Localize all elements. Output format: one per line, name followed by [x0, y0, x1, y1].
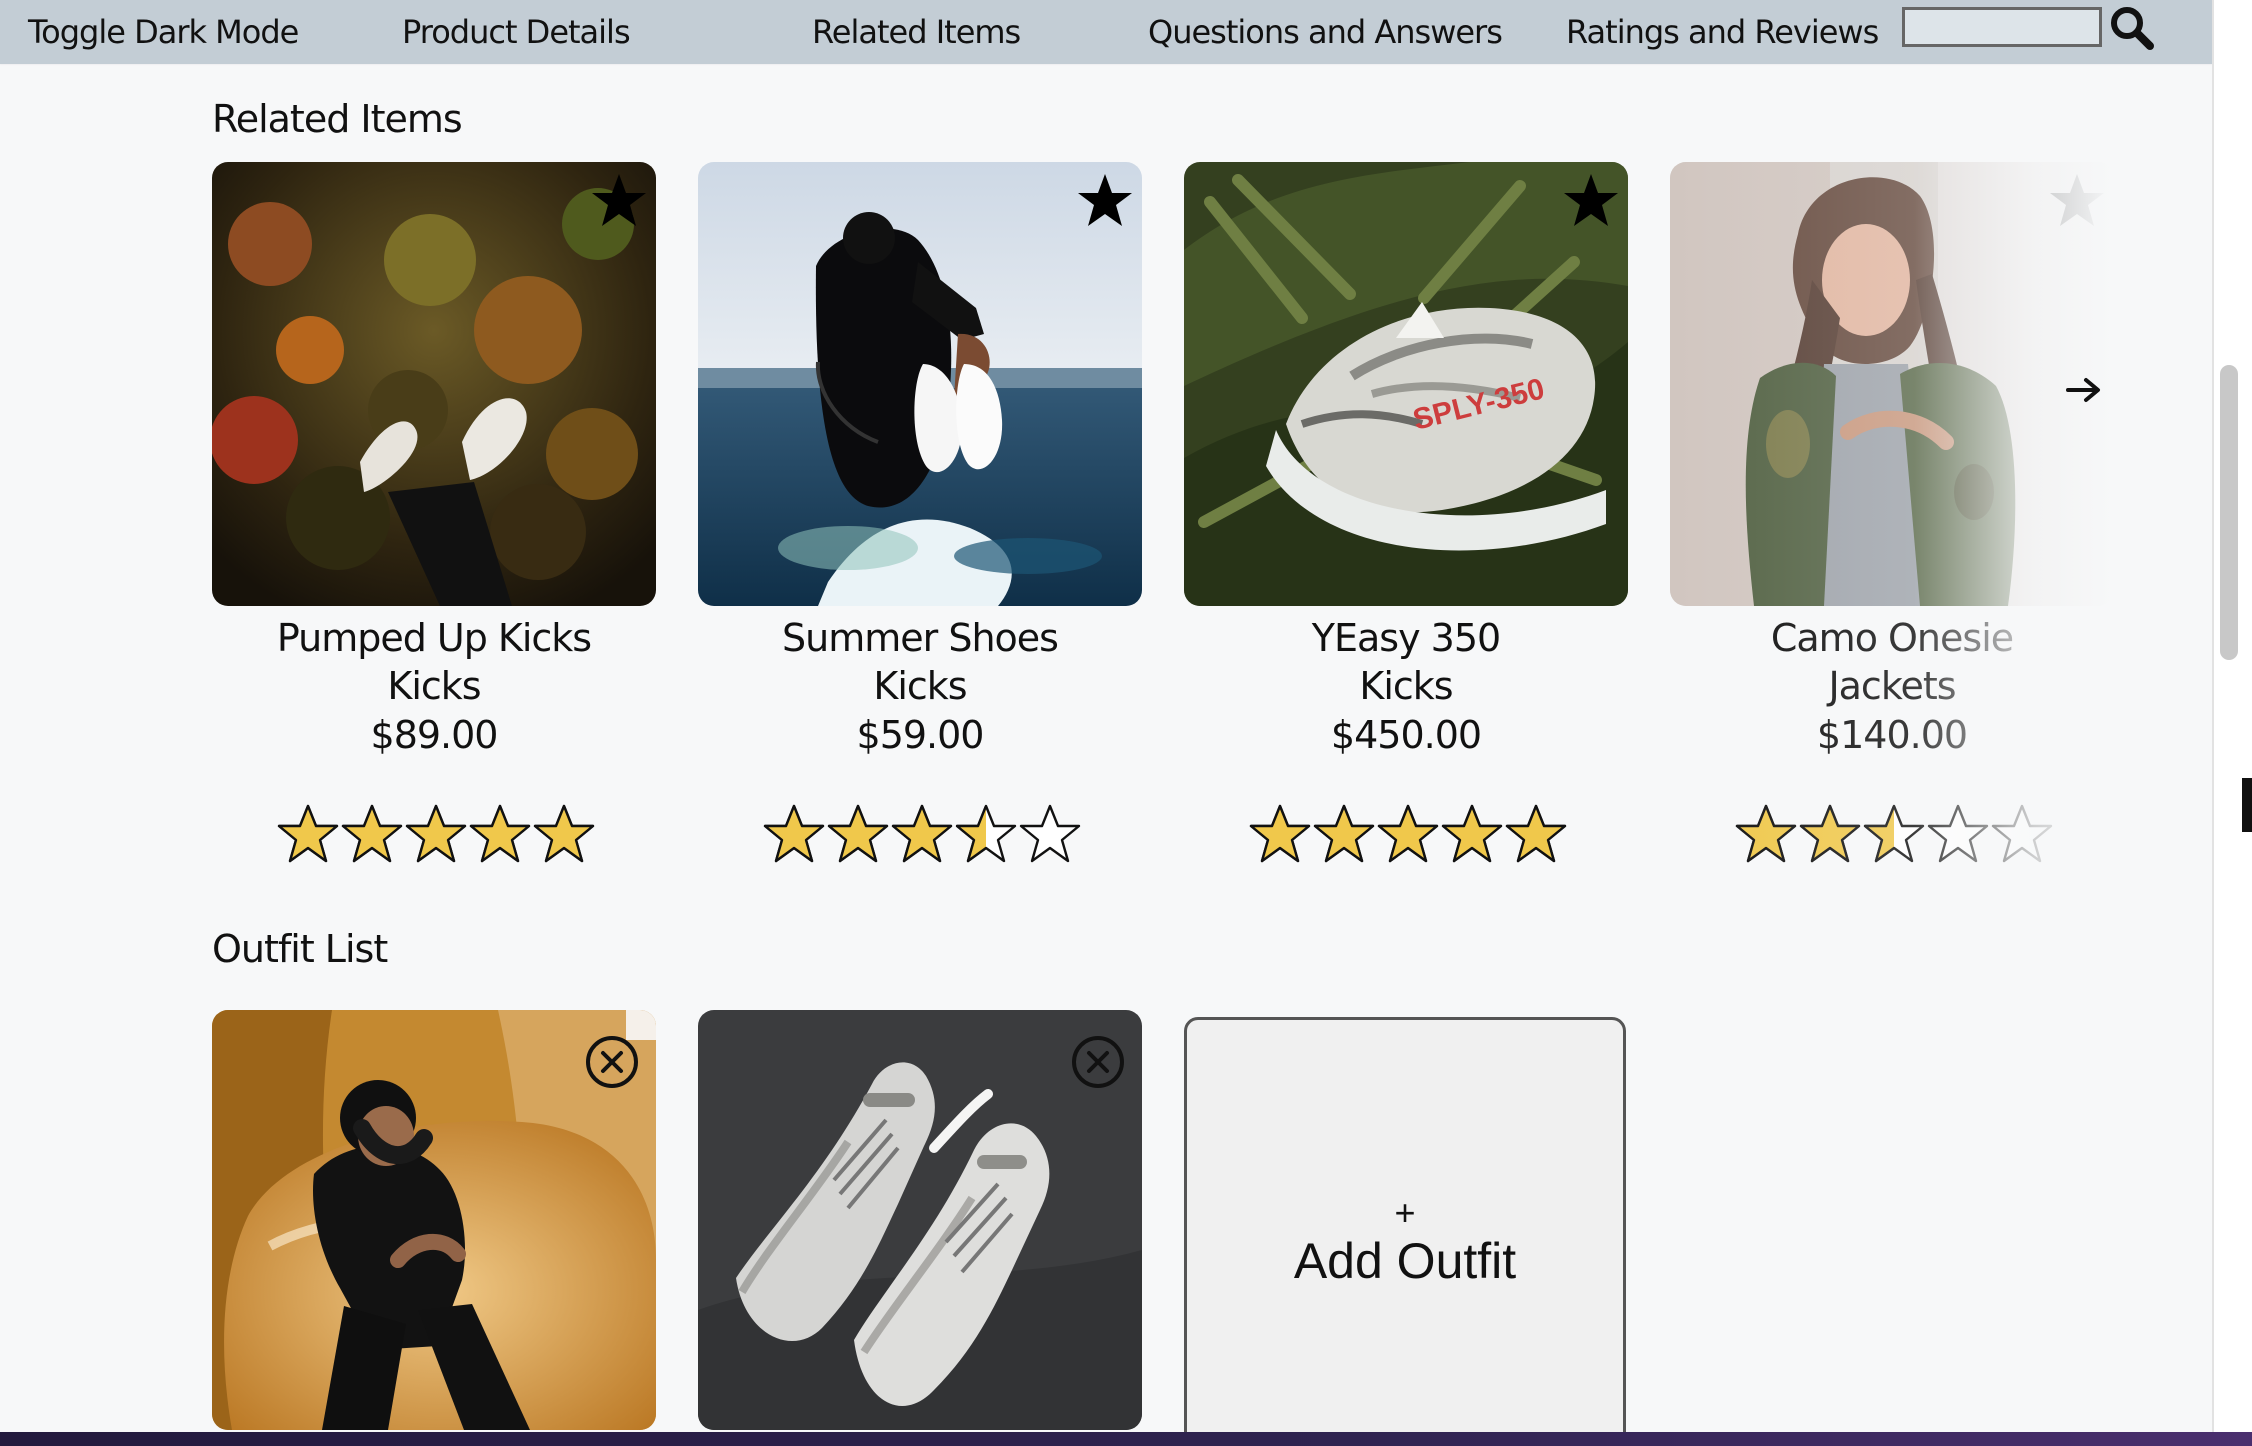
- rating-star-icon: [955, 804, 1017, 863]
- page-scroll-track: [2212, 0, 2252, 1432]
- product-price: $59.00: [856, 713, 985, 757]
- star-icon[interactable]: [588, 170, 650, 232]
- rating-star-icon: [1863, 804, 1925, 863]
- add-outfit-label: Add Outfit: [1293, 1233, 1517, 1289]
- related-card[interactable]: SPLY-350 YEasy 350 Kicks $450.00: [1184, 162, 1628, 902]
- rating-star-icon: [1313, 804, 1375, 863]
- rating-star-icon: [1735, 804, 1797, 863]
- rating-star-icon: [341, 804, 403, 863]
- search-input[interactable]: [1902, 7, 2102, 47]
- rating-star-icon: [469, 804, 531, 863]
- nav-related-items[interactable]: Related Items: [812, 12, 1021, 52]
- product-name: Summer Shoes: [782, 616, 1059, 660]
- add-outfit-card[interactable]: + Add Outfit: [1184, 1017, 1626, 1432]
- related-card[interactable]: Camo Onesie Jackets $140.00: [1670, 162, 2114, 902]
- rating-star-icon: [1505, 804, 1567, 863]
- rating-star-icon: [1019, 804, 1081, 863]
- page: Toggle Dark Mode Product Details Related…: [0, 0, 2212, 1432]
- star-icon[interactable]: [1074, 170, 1136, 232]
- product-category: Kicks: [387, 664, 481, 708]
- star-icon[interactable]: [1560, 170, 1622, 232]
- rating-star-icon: [1799, 804, 1861, 863]
- outfit-card[interactable]: [698, 1010, 1142, 1430]
- product-category: Jackets: [1828, 664, 1956, 708]
- product-category: Kicks: [873, 664, 967, 708]
- related-card[interactable]: Summer Shoes Kicks $59.00: [698, 162, 1142, 902]
- rating-star-icon: [277, 804, 339, 863]
- rating-stars: [212, 798, 656, 868]
- close-icon[interactable]: [584, 1034, 640, 1090]
- product-name: YEasy 350: [1311, 616, 1501, 660]
- arrow-right-icon[interactable]: [2064, 370, 2104, 410]
- rating-star-icon: [1377, 804, 1439, 863]
- rating-star-icon: [405, 804, 467, 863]
- rating-star-icon: [1991, 804, 2053, 863]
- nav-product-details[interactable]: Product Details: [402, 12, 631, 52]
- rating-star-icon: [827, 804, 889, 863]
- rating-star-icon: [1927, 804, 1989, 863]
- product-name: Pumped Up Kicks: [276, 616, 592, 660]
- rating-star-icon: [1441, 804, 1503, 863]
- page-scrollbar-thumb[interactable]: [2220, 365, 2238, 660]
- outfit-list-title: Outfit List: [212, 927, 388, 971]
- plus-icon: +: [1394, 1192, 1416, 1233]
- rating-star-icon: [1249, 804, 1311, 863]
- outfit-card[interactable]: [212, 1010, 656, 1430]
- related-items-title: Related Items: [212, 97, 463, 141]
- top-navbar: Toggle Dark Mode Product Details Related…: [0, 0, 2212, 64]
- close-icon[interactable]: [1070, 1034, 1126, 1090]
- rating-star-icon: [533, 804, 595, 863]
- star-icon[interactable]: [2046, 170, 2108, 232]
- rating-stars: [698, 798, 1142, 868]
- product-price: $89.00: [370, 713, 499, 757]
- bottom-window-bar: [0, 1432, 2252, 1446]
- related-card[interactable]: Pumped Up Kicks Kicks $89.00: [212, 162, 656, 902]
- rating-stars: [1184, 798, 1628, 868]
- product-price: $450.00: [1330, 713, 1482, 757]
- edge-marker: [2242, 778, 2252, 832]
- rating-stars: [1670, 798, 2114, 868]
- rating-star-icon: [763, 804, 825, 863]
- product-category: Kicks: [1359, 664, 1453, 708]
- search-icon[interactable]: [2108, 4, 2156, 52]
- nav-questions-and-answers[interactable]: Questions and Answers: [1148, 12, 1503, 52]
- nav-ratings-and-reviews[interactable]: Ratings and Reviews: [1566, 12, 1879, 52]
- product-name: Camo Onesie: [1770, 616, 2014, 660]
- product-price: $140.00: [1816, 713, 1968, 757]
- rating-star-icon: [891, 804, 953, 863]
- nav-toggle-dark-mode[interactable]: Toggle Dark Mode: [28, 12, 299, 52]
